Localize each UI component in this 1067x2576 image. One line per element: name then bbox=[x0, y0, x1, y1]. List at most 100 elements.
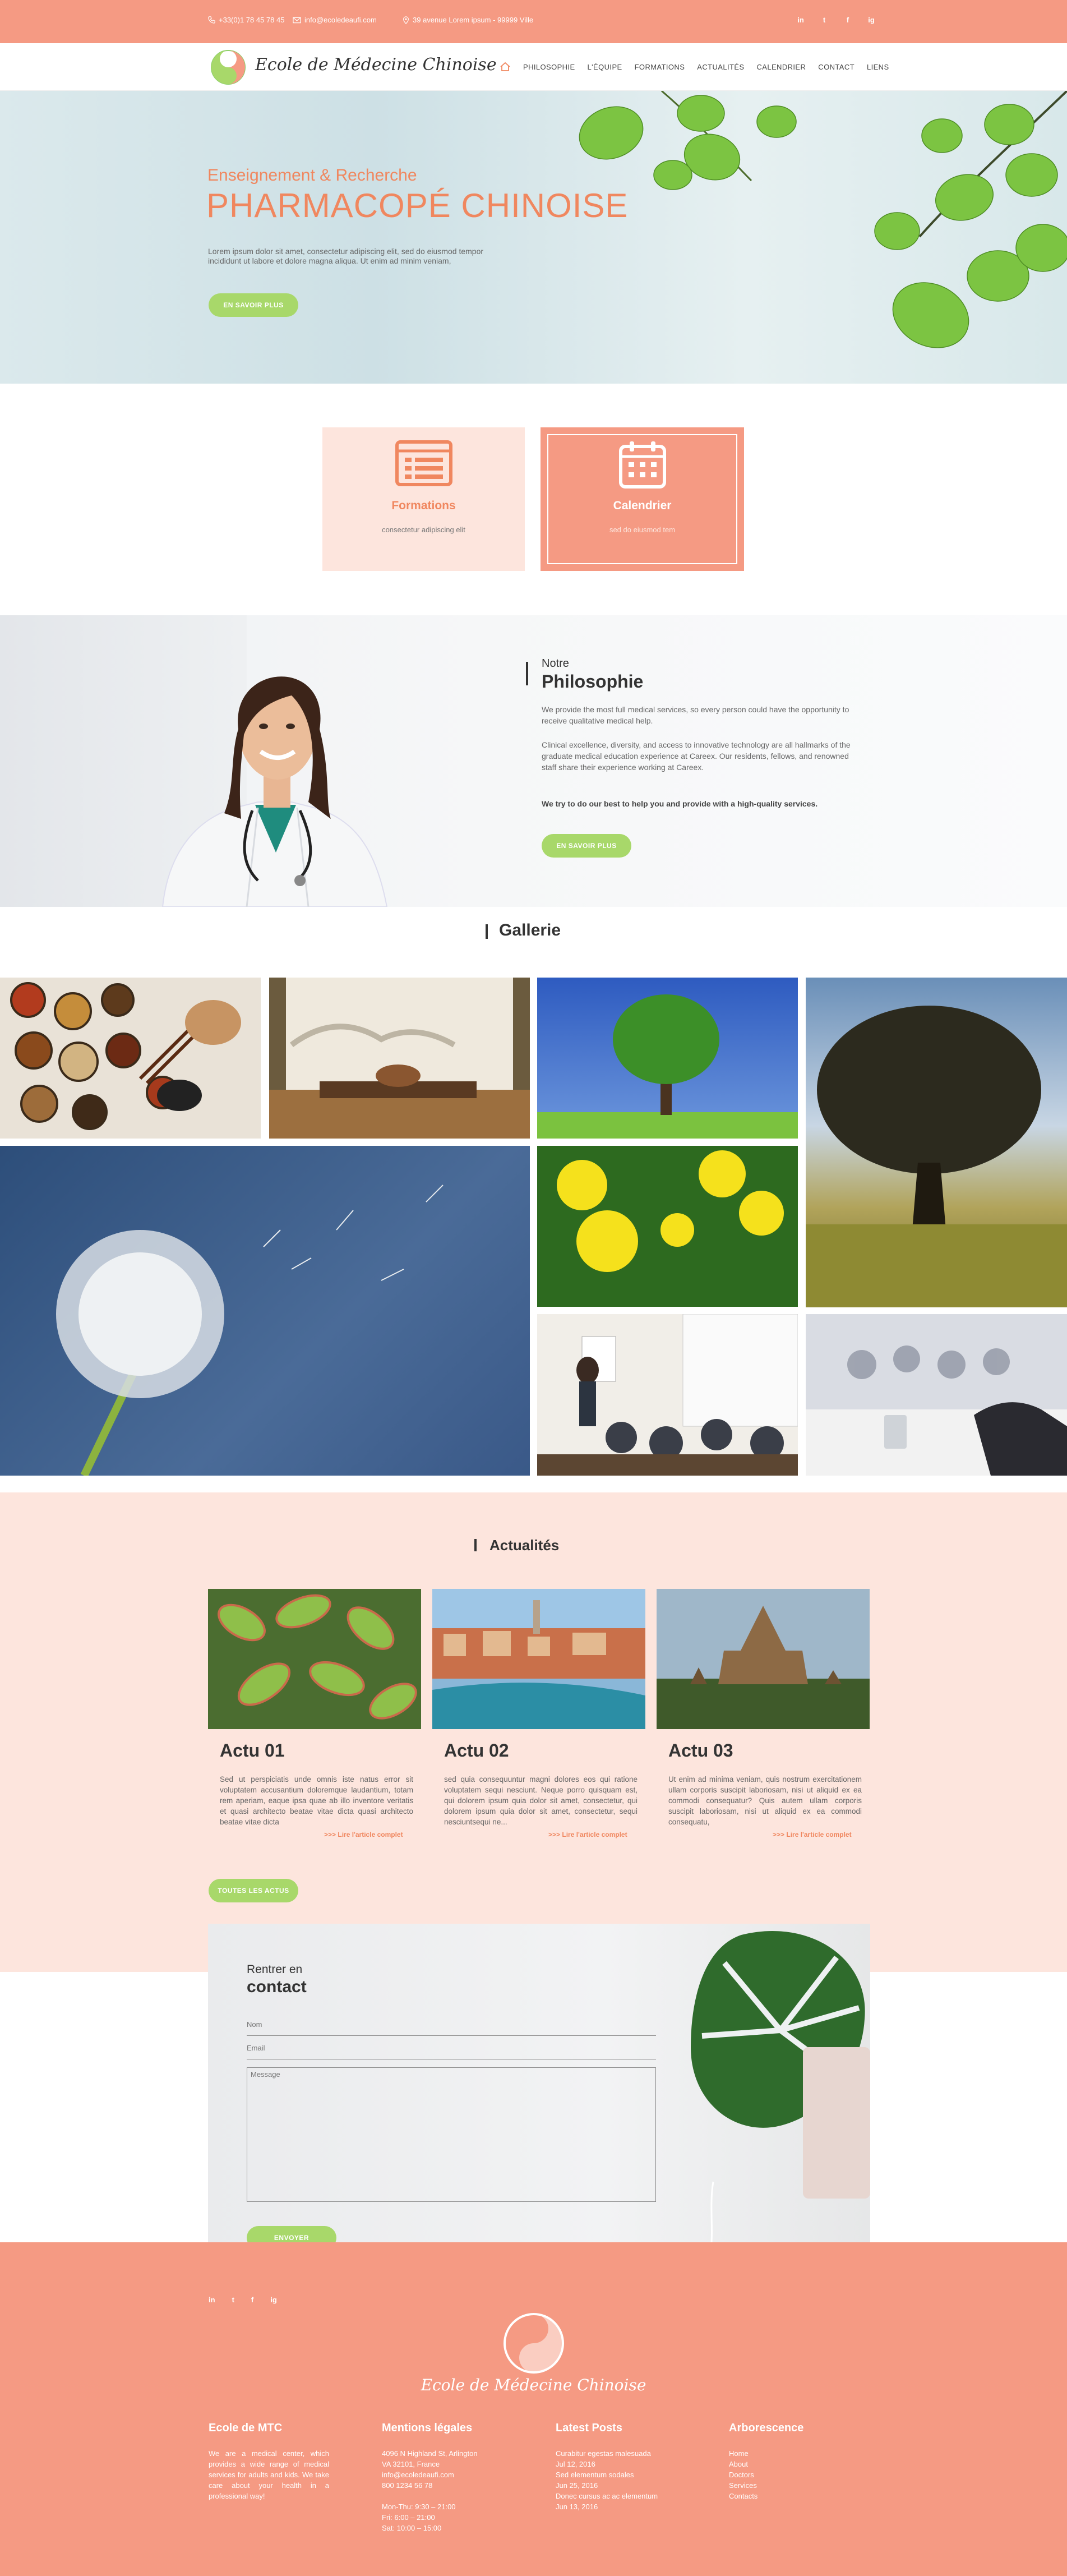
news-title: Actualités bbox=[489, 1537, 560, 1554]
news-card-link-3[interactable]: >>> Lire l'article complet bbox=[773, 1831, 852, 1838]
news-card-link-1[interactable]: >>> Lire l'article complet bbox=[324, 1831, 403, 1838]
home-icon[interactable] bbox=[500, 62, 511, 72]
logo-mark[interactable] bbox=[209, 48, 248, 87]
footer-phone[interactable]: 800 1234 56 78 bbox=[382, 2480, 478, 2491]
footer-address-line1: 4096 N Highland St, Arlington bbox=[382, 2449, 478, 2458]
philosophy-title: Philosophie bbox=[542, 671, 644, 692]
brand-name[interactable]: Ecole de Médecine Chinoise bbox=[255, 55, 497, 75]
temple-image bbox=[657, 1606, 870, 1729]
feature-card-formations[interactable]: Formations consectetur adipiscing elit bbox=[322, 427, 525, 571]
gallery-image-meeting[interactable] bbox=[806, 1314, 1067, 1476]
gallery-title-bar bbox=[486, 924, 488, 939]
feature-card-calendrier[interactable]: Calendrier sed do eiusmod tem bbox=[541, 427, 744, 571]
email-text: info@ecoledeaufi.com bbox=[304, 16, 377, 24]
footer-post-3-date: Jun 13, 2016 bbox=[556, 2503, 598, 2511]
nav-item-philosophie[interactable]: PHILOSOPHIE bbox=[523, 63, 575, 71]
footer-post-2[interactable]: Sed elementum sodales bbox=[556, 2469, 658, 2480]
topbar-social: in t f ig bbox=[796, 15, 876, 24]
feature-title-calendrier: Calendrier bbox=[613, 499, 672, 512]
philosophy-title-bar bbox=[526, 662, 528, 685]
hero-more-button[interactable]: EN SAVOIR PLUS bbox=[209, 293, 298, 317]
nav-item-equipe[interactable]: L'ÉQUIPE bbox=[588, 63, 622, 71]
gallery-title: Gallerie bbox=[499, 921, 561, 939]
twitter-icon[interactable]: t bbox=[820, 15, 829, 24]
philosophy-kicker: Notre bbox=[542, 657, 569, 670]
browser-list-icon bbox=[395, 440, 452, 486]
all-news-button[interactable]: TOUTES LES ACTUS bbox=[209, 1879, 298, 1902]
footer-instagram-icon[interactable]: ig bbox=[270, 2296, 277, 2304]
news-title-bar bbox=[474, 1539, 477, 1551]
tree-field-image bbox=[537, 994, 798, 1139]
nav-item-liens[interactable]: LIENS bbox=[867, 63, 889, 71]
footer-link-contacts[interactable]: Contacts bbox=[729, 2491, 757, 2501]
email-info[interactable]: info@ecoledeaufi.com bbox=[293, 16, 377, 24]
footer-post-3[interactable]: Donec cursus ac ac elementum bbox=[556, 2491, 658, 2501]
feature-text-formations: consectetur adipiscing elit bbox=[382, 526, 465, 534]
hero-title: PHARMACOPÉ CHINOISE bbox=[206, 187, 629, 224]
philosophy-text-1: We provide the most full medical service… bbox=[542, 705, 849, 725]
gallery-image-dandelion[interactable] bbox=[0, 1146, 530, 1476]
top-bar bbox=[0, 0, 1067, 43]
footer-email[interactable]: info@ecoledeaufi.com bbox=[382, 2469, 478, 2480]
yellow-flowers-image bbox=[557, 1150, 784, 1272]
name-field[interactable]: Nom bbox=[247, 2020, 656, 2036]
footer-facebook-icon[interactable]: f bbox=[251, 2296, 253, 2304]
email-field[interactable]: Email bbox=[247, 2044, 656, 2059]
envelope-icon bbox=[293, 17, 301, 23]
phone-text: +33(0)1 78 45 78 45 bbox=[219, 16, 285, 24]
hero-text: Lorem ipsum dolor sit amet, consectetur … bbox=[208, 247, 484, 265]
philosophy-more-button[interactable]: EN SAVOIR PLUS bbox=[542, 834, 631, 858]
news-card-title-2[interactable]: Actu 02 bbox=[444, 1740, 509, 1761]
facebook-icon[interactable]: f bbox=[843, 15, 852, 24]
nav-item-formations[interactable]: FORMATIONS bbox=[635, 63, 685, 71]
footer-post-2-date: Jun 25, 2016 bbox=[556, 2481, 598, 2490]
news-card-title-1[interactable]: Actu 01 bbox=[220, 1740, 285, 1761]
philosophy-text-3: We try to do our best to help you and pr… bbox=[542, 799, 818, 808]
gallery-image-flowers[interactable] bbox=[537, 1146, 798, 1307]
news-card-image-1[interactable] bbox=[208, 1589, 421, 1729]
nav-item-contact[interactable]: CONTACT bbox=[818, 63, 854, 71]
news-card-link-2[interactable]: >>> Lire l'article complet bbox=[548, 1831, 627, 1838]
big-tree-sunset-image bbox=[806, 1006, 1067, 1307]
nav-item-actualites[interactable]: ACTUALITÉS bbox=[697, 63, 744, 71]
news-section bbox=[0, 1492, 1067, 1972]
tea-room-image bbox=[269, 978, 530, 1139]
news-card-text-3: Ut enim ad minima veniam, quis nostrum e… bbox=[668, 1775, 862, 1826]
gallery-image-big-tree[interactable] bbox=[806, 978, 1067, 1307]
instagram-icon[interactable]: ig bbox=[867, 15, 876, 24]
nav-menu: PHILOSOPHIE L'ÉQUIPE FORMATIONS ACTUALIT… bbox=[500, 62, 889, 72]
gallery-image-herbs[interactable] bbox=[0, 978, 261, 1139]
nav-item-calendrier[interactable]: CALENDRIER bbox=[756, 63, 806, 71]
footer-link-services[interactable]: Services bbox=[729, 2480, 757, 2491]
footer-hours-2: Fri: 6:00 – 21:00 bbox=[382, 2513, 435, 2522]
footer-link-doctors[interactable]: Doctors bbox=[729, 2469, 757, 2480]
message-placeholder: Message bbox=[251, 2070, 280, 2079]
monstera-leaf-image bbox=[691, 1931, 870, 2276]
footer-linkedin-icon[interactable]: in bbox=[209, 2296, 215, 2304]
news-card-image-2[interactable] bbox=[432, 1589, 645, 1729]
name-placeholder: Nom bbox=[247, 2020, 262, 2029]
gallery-image-classroom[interactable] bbox=[537, 1314, 798, 1476]
footer-address-line2: VA 32101, France bbox=[382, 2460, 440, 2468]
footer-twitter-icon[interactable]: t bbox=[232, 2296, 234, 2304]
news-card-image-3[interactable] bbox=[657, 1589, 870, 1729]
phone-info[interactable]: +33(0)1 78 45 78 45 bbox=[208, 16, 284, 24]
phone-icon bbox=[208, 16, 215, 24]
message-field[interactable]: Message bbox=[247, 2067, 656, 2202]
footer-link-about[interactable]: About bbox=[729, 2459, 757, 2469]
gallery-image-tree[interactable] bbox=[537, 978, 798, 1139]
footer-post-1[interactable]: Curabitur egestas malesuada bbox=[556, 2448, 658, 2459]
linkedin-icon[interactable]: in bbox=[796, 15, 805, 24]
footer-link-home[interactable]: Home bbox=[729, 2448, 757, 2459]
gallery-image-tea-room[interactable] bbox=[269, 978, 530, 1139]
footer-logo-icon bbox=[504, 2313, 564, 2374]
classroom-image bbox=[537, 1314, 798, 1476]
footer-brand-name: Ecole de Médecine Chinoise bbox=[421, 2376, 646, 2394]
doctor-photo bbox=[161, 676, 388, 907]
footer-col1-title: Ecole de MTC bbox=[209, 2422, 283, 2434]
footer-col1-text: We are a medical center, which provides … bbox=[209, 2449, 329, 2500]
green-leaves-image bbox=[218, 1594, 417, 1720]
feature-title-formations: Formations bbox=[391, 499, 456, 512]
news-card-title-3[interactable]: Actu 03 bbox=[668, 1740, 733, 1761]
dandelion-seeds-image bbox=[56, 1185, 444, 1476]
